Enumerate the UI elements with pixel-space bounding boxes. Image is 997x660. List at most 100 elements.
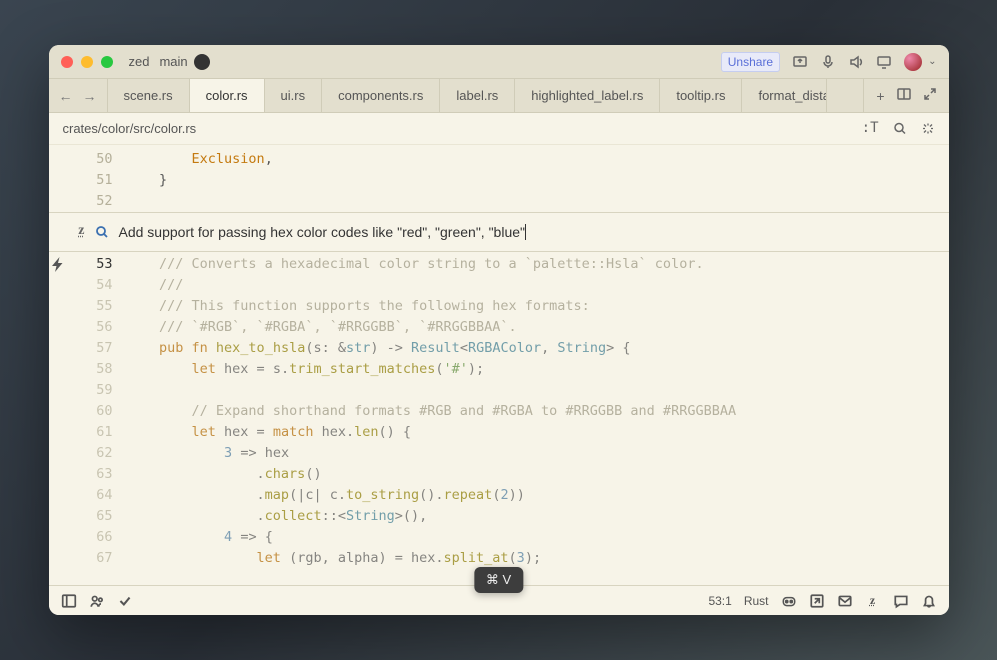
code-line[interactable]: 59	[49, 380, 949, 401]
tab-label-rs[interactable]: label.rs	[440, 79, 515, 112]
code-content: .chars()	[127, 464, 322, 485]
tab-tooltip-rs[interactable]: tooltip.rs	[660, 79, 742, 112]
chat-icon[interactable]	[893, 593, 909, 609]
diagnostics-check-icon[interactable]	[117, 593, 133, 609]
line-number: 52	[67, 191, 127, 212]
line-number: 65	[67, 506, 127, 527]
code-content: .map(|c| c.to_string().repeat(2))	[127, 485, 525, 506]
command-hint-pill: ⌘ V	[474, 567, 523, 593]
code-line[interactable]: 66 4 => {	[49, 527, 949, 548]
line-number: 55	[67, 296, 127, 317]
code-content: .collect::<String>(),	[127, 506, 428, 527]
code-pane-bottom[interactable]: 53 /// Converts a hexadecimal color stri…	[49, 252, 949, 585]
search-icon[interactable]	[893, 120, 907, 137]
line-number: 60	[67, 401, 127, 422]
github-icon[interactable]	[194, 54, 210, 70]
close-window-button[interactable]	[61, 56, 73, 68]
tab-bar: ← → scene.rscolor.rsui.rscomponents.rsla…	[49, 79, 949, 113]
code-content: // Expand shorthand formats #RGB and #RG…	[127, 401, 737, 422]
code-line[interactable]: 62 3 => hex	[49, 443, 949, 464]
code-content: }	[127, 170, 168, 191]
microphone-icon[interactable]	[820, 54, 836, 70]
editor-area: 50 Exclusion,51 }52 z Add support for pa…	[49, 145, 949, 585]
tab-scene-rs[interactable]: scene.rs	[108, 79, 190, 112]
line-number: 61	[67, 422, 127, 443]
tab-color-rs[interactable]: color.rs	[190, 79, 265, 112]
tab-components-rs[interactable]: components.rs	[322, 79, 440, 112]
code-content: pub fn hex_to_hsla(s: &str) -> Result<RG…	[127, 338, 631, 359]
search-icon[interactable]	[95, 223, 109, 241]
line-number: 63	[67, 464, 127, 485]
user-avatar[interactable]	[904, 53, 922, 71]
minimize-window-button[interactable]	[81, 56, 93, 68]
code-content: /// Converts a hexadecimal color string …	[127, 254, 704, 275]
sparkle-icon[interactable]	[921, 120, 935, 137]
line-number: 57	[67, 338, 127, 359]
code-pane-top[interactable]: 50 Exclusion,51 }52	[49, 145, 949, 212]
code-line[interactable]: 64 .map(|c| c.to_string().repeat(2))	[49, 485, 949, 506]
expand-icon[interactable]	[923, 87, 937, 104]
nav-forward-button[interactable]: →	[83, 88, 97, 104]
tab-format-dista[interactable]: format_dista	[742, 79, 827, 112]
bolt-icon	[49, 254, 67, 275]
code-line[interactable]: 57 pub fn hex_to_hsla(s: &str) -> Result…	[49, 338, 949, 359]
line-number: 56	[67, 317, 127, 338]
chevron-down-icon[interactable]: ⌄	[928, 56, 936, 67]
collab-panel-icon[interactable]	[89, 593, 105, 609]
language-mode[interactable]: Rust	[744, 594, 769, 608]
git-branch[interactable]: main	[159, 54, 187, 69]
new-tab-button[interactable]: +	[876, 88, 884, 104]
code-line[interactable]: 60 // Expand shorthand formats #RGB and …	[49, 401, 949, 422]
line-number: 59	[67, 380, 127, 401]
code-line[interactable]: 54 ///	[49, 275, 949, 296]
inlay-hints-toggle[interactable]: :T	[862, 120, 879, 137]
feedback-icon[interactable]	[809, 593, 825, 609]
line-number: 50	[67, 149, 127, 170]
code-line[interactable]: 53 /// Converts a hexadecimal color stri…	[49, 254, 949, 275]
ai-prompt-input[interactable]: Add support for passing hex color codes …	[119, 224, 939, 240]
mail-icon[interactable]	[837, 593, 853, 609]
code-line[interactable]: 50 Exclusion,	[49, 149, 949, 170]
code-content: 3 => hex	[127, 443, 290, 464]
zed-icon[interactable]: z	[865, 593, 881, 609]
tab-highlighted-label-rs[interactable]: highlighted_label.rs	[515, 79, 660, 112]
code-content: /// `#RGB`, `#RGBA`, `#RRGGBB`, `#RRGGBB…	[127, 317, 517, 338]
line-number: 62	[67, 443, 127, 464]
screen-share-icon[interactable]	[792, 54, 808, 70]
speaker-icon[interactable]	[848, 54, 864, 70]
editor-window: zed main Unshare ⌄ ← → scene.rscol	[49, 45, 949, 615]
copilot-icon[interactable]	[781, 593, 797, 609]
breadcrumb-bar: crates/color/src/color.rs :T	[49, 113, 949, 145]
code-line[interactable]: 56 /// `#RGB`, `#RGBA`, `#RRGGBB`, `#RRG…	[49, 317, 949, 338]
code-content: ///	[127, 275, 184, 296]
project-panel-icon[interactable]	[61, 593, 77, 609]
tab-ui-rs[interactable]: ui.rs	[265, 79, 323, 112]
code-content: let hex = s.trim_start_matches('#');	[127, 359, 485, 380]
window-controls	[61, 56, 113, 68]
bell-icon[interactable]	[921, 593, 937, 609]
code-line[interactable]: 52	[49, 191, 949, 212]
code-line[interactable]: 51 }	[49, 170, 949, 191]
nav-back-button[interactable]: ←	[59, 88, 73, 104]
app-name: zed	[129, 54, 150, 69]
code-content: let (rgb, alpha) = hex.split_at(3);	[127, 548, 542, 569]
line-number: 67	[67, 548, 127, 569]
unshare-button[interactable]: Unshare	[721, 52, 780, 72]
maximize-window-button[interactable]	[101, 56, 113, 68]
screen-icon[interactable]	[876, 54, 892, 70]
code-line[interactable]: 63 .chars()	[49, 464, 949, 485]
line-number: 51	[67, 170, 127, 191]
code-content: 4 => {	[127, 527, 273, 548]
code-line[interactable]: 65 .collect::<String>(),	[49, 506, 949, 527]
code-line[interactable]: 58 let hex = s.trim_start_matches('#');	[49, 359, 949, 380]
code-content: let hex = match hex.len() {	[127, 422, 412, 443]
cursor-position[interactable]: 53:1	[708, 594, 731, 608]
code-line[interactable]: 61 let hex = match hex.len() {	[49, 422, 949, 443]
zed-ai-icon[interactable]: z	[78, 223, 84, 241]
ai-prompt-row: z Add support for passing hex color code…	[49, 212, 949, 252]
line-number: 58	[67, 359, 127, 380]
breadcrumb[interactable]: crates/color/src/color.rs	[63, 121, 197, 136]
code-line[interactable]: 55 /// This function supports the follow…	[49, 296, 949, 317]
code-line[interactable]: 67 let (rgb, alpha) = hex.split_at(3);	[49, 548, 949, 569]
split-pane-icon[interactable]	[897, 87, 911, 104]
